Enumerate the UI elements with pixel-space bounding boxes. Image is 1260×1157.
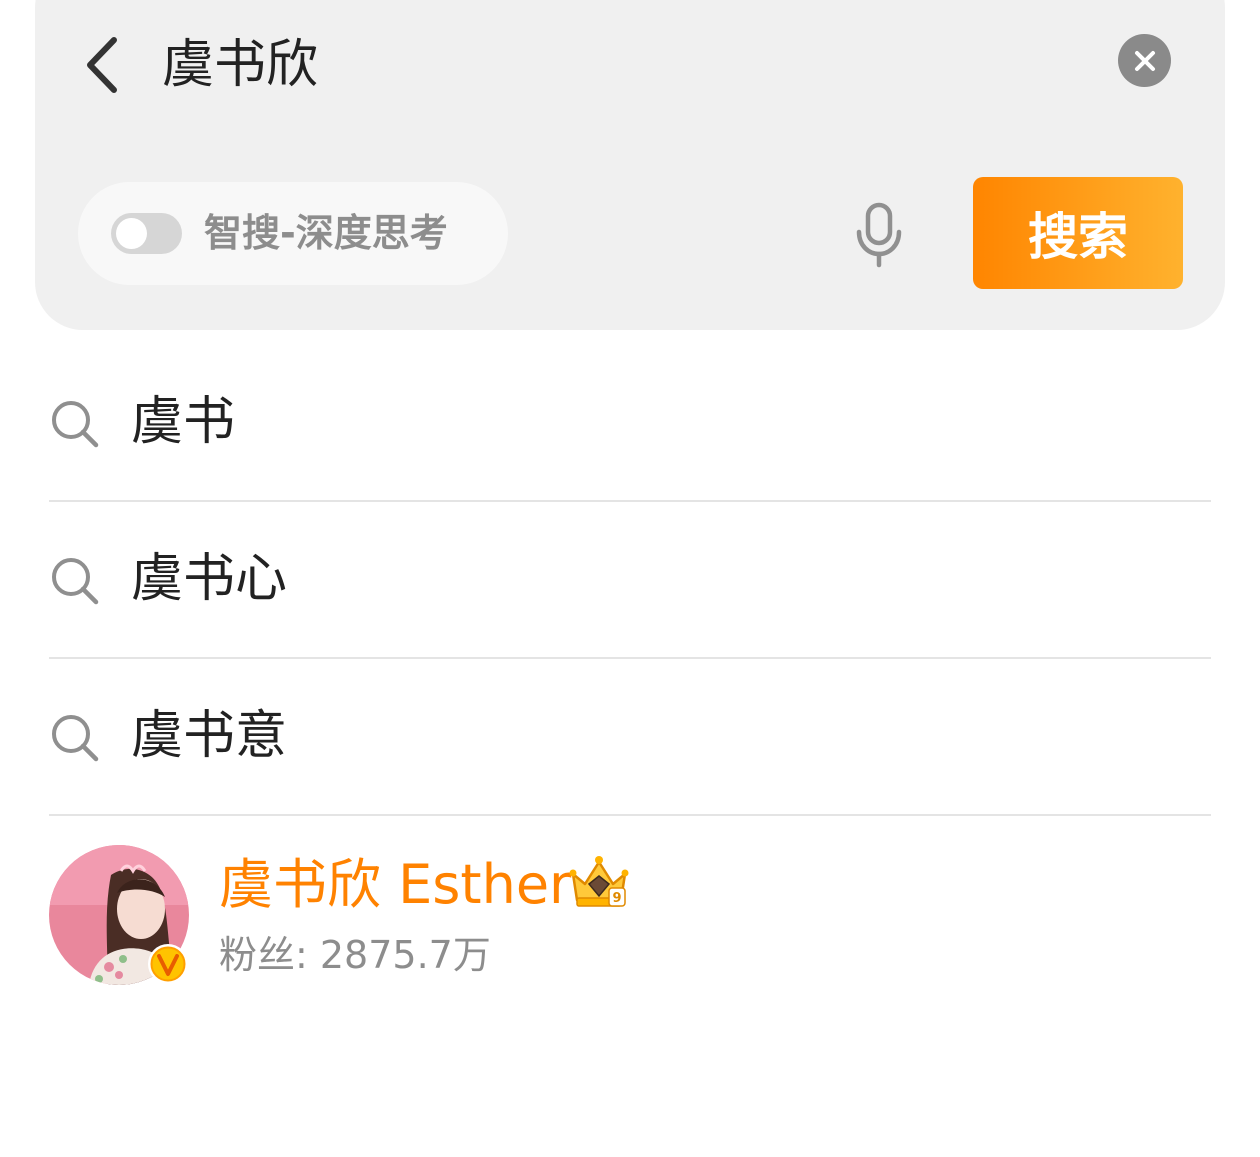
crown-badge-icon: 9 [569,856,629,907]
deep-think-toggle[interactable]: 智搜-深度思考 [78,182,508,285]
search-icon [52,715,99,762]
toggle-knob [116,218,147,249]
voice-search-button[interactable] [848,200,910,270]
search-input[interactable]: 虞书欣 [162,30,318,100]
verified-v-icon [148,944,188,984]
suggestion-list: 虞书 虞书心 虞书意 [49,345,1211,816]
deep-think-label: 智搜-深度思考 [204,211,448,255]
crown-level-label: 9 [612,891,621,906]
suggestion-item[interactable]: 虞书意 [49,659,1211,816]
fans-count: 粉丝: 2875.7万 [219,933,491,977]
chevron-left-icon [87,37,117,93]
back-button[interactable] [72,30,132,100]
suggestion-label: 虞书 [131,392,236,452]
search-icon [52,401,99,448]
suggestion-item[interactable]: 虞书心 [49,502,1211,659]
clear-button[interactable] [1118,34,1171,87]
search-icon [52,558,99,605]
microphone-icon [856,202,902,268]
suggestion-label: 虞书意 [131,706,288,766]
search-button[interactable]: 搜索 [973,177,1183,289]
toggle-switch[interactable] [111,213,182,254]
user-result-row[interactable]: 虞书欣 Esther 9 粉丝: 2875.7万 [49,840,1211,990]
suggestion-label: 虞书心 [131,549,288,609]
close-icon [1134,50,1155,71]
suggestion-item[interactable]: 虞书 [49,345,1211,502]
user-name: 虞书欣 Esther [219,853,572,916]
